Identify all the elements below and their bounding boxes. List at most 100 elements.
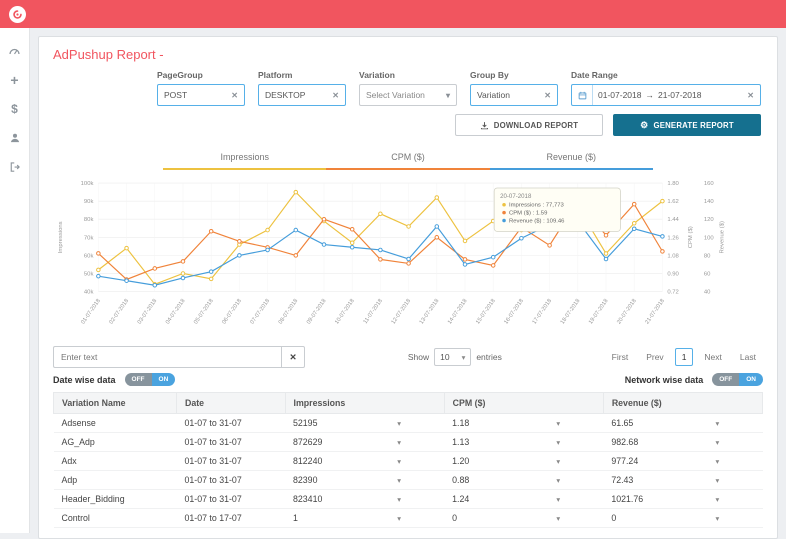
daterange-picker[interactable]: 01-07-2018 → 21-07-2018 ✕ [571, 84, 761, 106]
remove-pagegroup-icon[interactable]: ✕ [231, 91, 238, 100]
caret-down-icon[interactable]: ▾ [556, 514, 560, 523]
caret-down-icon[interactable]: ▾ [556, 476, 560, 485]
svg-text:02-07-2018: 02-07-2018 [109, 298, 131, 325]
table-cell: AG_Adp [53, 432, 177, 452]
table-cell: Header_Bidding [53, 489, 177, 509]
caret-down-icon[interactable]: ▾ [716, 457, 720, 466]
date-wise-toggle-group: Date wise data OFF ON [53, 373, 176, 386]
add-icon[interactable]: + [8, 72, 22, 88]
filter-variation: Variation Select Variation ▾ [359, 70, 457, 106]
tab-revenue[interactable]: Revenue ($) [489, 147, 653, 170]
remove-groupby-icon[interactable]: ✕ [544, 91, 551, 100]
svg-text:160: 160 [704, 181, 715, 187]
svg-text:Revenue ($) : 109.46: Revenue ($) : 109.46 [509, 219, 565, 225]
cell-value: 1.18 [452, 418, 470, 428]
network-wise-toggle[interactable]: OFF ON [712, 373, 763, 386]
caret-down-icon[interactable]: ▾ [716, 514, 720, 523]
caret-down-icon[interactable]: ▾ [716, 419, 720, 428]
search-input[interactable] [53, 346, 281, 368]
svg-text:18-07-2018: 18-07-2018 [560, 298, 582, 325]
generate-report-button[interactable]: ⚙ GENERATE REPORT [613, 114, 761, 136]
report-table-body: Adsense 01-07 to 31-07 52195 ▾ 1.18 ▾ 61.65 ▾ AG… [53, 413, 763, 528]
svg-text:05-07-2018: 05-07-2018 [193, 298, 215, 325]
toggle-on-segment[interactable]: ON [739, 373, 763, 386]
svg-text:50k: 50k [84, 271, 94, 277]
table-row: AG_Adp 01-07 to 31-07 872629 ▾ 1.13 ▾ 982.68 ▾ [53, 432, 763, 452]
svg-text:CPM ($) : 1.59: CPM ($) : 1.59 [509, 211, 547, 217]
cell-value: 1.20 [452, 456, 470, 466]
page-button-prev[interactable]: Prev [639, 348, 670, 366]
caret-down-icon[interactable]: ▾ [716, 476, 720, 485]
network-wise-label: Network wise data [624, 374, 704, 385]
svg-text:06-07-2018: 06-07-2018 [221, 298, 243, 325]
platform-select[interactable]: DESKTOP ✕ [258, 84, 346, 106]
toggle-off-segment[interactable]: OFF [712, 373, 740, 386]
report-table: Variation Name Date Impressions CPM ($) … [53, 392, 764, 528]
col-revenue[interactable]: Revenue ($) [602, 392, 764, 414]
caret-down-icon[interactable]: ▾ [397, 495, 401, 504]
toggle-off-segment[interactable]: OFF [124, 373, 152, 386]
download-report-button[interactable]: DOWNLOAD REPORT [455, 114, 603, 136]
table-row: Adx 01-07 to 31-07 812240 ▾ 1.20 ▾ 977.24 ▾ [53, 451, 763, 471]
page-button-next[interactable]: Next [697, 348, 728, 366]
svg-text:140: 140 [704, 199, 715, 205]
clear-daterange-icon[interactable]: ✕ [747, 91, 754, 100]
variation-select[interactable]: Select Variation ▾ [359, 84, 457, 106]
col-cpm[interactable]: CPM ($) [443, 392, 604, 414]
page-button-last[interactable]: Last [733, 348, 763, 366]
adpushup-logo[interactable] [9, 5, 26, 23]
caret-down-icon[interactable]: ▾ [556, 457, 560, 466]
groupby-select[interactable]: Variation ✕ [470, 84, 558, 106]
tab-impressions[interactable]: Impressions [163, 147, 327, 170]
daterange-start: 01-07-2018 [598, 90, 642, 100]
download-report-label: DOWNLOAD REPORT [493, 120, 579, 130]
account-icon[interactable] [8, 131, 22, 145]
table-cell: 0.88 ▾ [444, 470, 604, 490]
date-wise-toggle[interactable]: OFF ON [124, 373, 176, 386]
show-label: Show [407, 352, 430, 362]
table-cell: 1021.76 ▾ [603, 489, 763, 509]
caret-down-icon[interactable]: ▾ [716, 438, 720, 447]
table-cell: 1 ▾ [285, 508, 445, 528]
col-impressions[interactable]: Impressions [284, 392, 445, 414]
logout-icon[interactable] [8, 160, 22, 174]
svg-text:01-07-2018: 01-07-2018 [80, 298, 102, 325]
caret-down-icon[interactable]: ▾ [397, 438, 401, 447]
filter-bar: PageGroup POST ✕ Platform DESKTOP ✕ Vari… [53, 70, 763, 106]
generate-report-label: GENERATE REPORT [653, 120, 734, 130]
caret-down-icon[interactable]: ▾ [716, 495, 720, 504]
page-button-first[interactable]: First [605, 348, 636, 366]
svg-text:0.72: 0.72 [667, 290, 679, 296]
cell-value: 1 [293, 513, 298, 523]
svg-text:08-07-2018: 08-07-2018 [278, 298, 300, 325]
col-variation-name[interactable]: Variation Name [53, 392, 177, 414]
col-date[interactable]: Date [175, 392, 286, 414]
table-cell: 872629 ▾ [285, 432, 445, 452]
caret-down-icon[interactable]: ▾ [397, 476, 401, 485]
caret-down-icon[interactable]: ▾ [556, 438, 560, 447]
tab-cpm[interactable]: CPM ($) [326, 147, 490, 170]
caret-down-icon[interactable]: ▾ [556, 495, 560, 504]
svg-text:03-07-2018: 03-07-2018 [137, 298, 159, 325]
caret-down-icon[interactable]: ▾ [556, 419, 560, 428]
svg-text:1.26: 1.26 [667, 235, 679, 241]
clear-search-button[interactable]: ✕ [281, 346, 305, 368]
pagegroup-select[interactable]: POST ✕ [157, 84, 245, 106]
pagegroup-label: PageGroup [157, 70, 203, 80]
toggle-on-segment[interactable]: ON [151, 373, 176, 386]
table-cell: 1.24 ▾ [444, 489, 604, 509]
svg-text:Impressions: Impressions [58, 221, 64, 253]
caret-down-icon[interactable]: ▾ [397, 514, 401, 523]
report-chart[interactable]: 100k 1.80 160 90k 1.62 140 80k 1.44 120 70k 1.26 10… [53, 173, 763, 345]
entries-select[interactable]: 10 ▾ [434, 348, 472, 366]
dashboard-icon[interactable] [8, 44, 22, 58]
billing-icon[interactable]: $ [8, 102, 22, 116]
caret-down-icon[interactable]: ▾ [397, 419, 401, 428]
remove-platform-icon[interactable]: ✕ [332, 91, 339, 100]
arrow-right-icon: → [645, 90, 654, 100]
calendar-icon [578, 85, 593, 105]
table-cell: 01-07 to 31-07 [176, 413, 285, 433]
svg-text:80: 80 [704, 253, 711, 259]
caret-down-icon[interactable]: ▾ [397, 457, 401, 466]
page-button-1[interactable]: 1 [674, 348, 694, 366]
